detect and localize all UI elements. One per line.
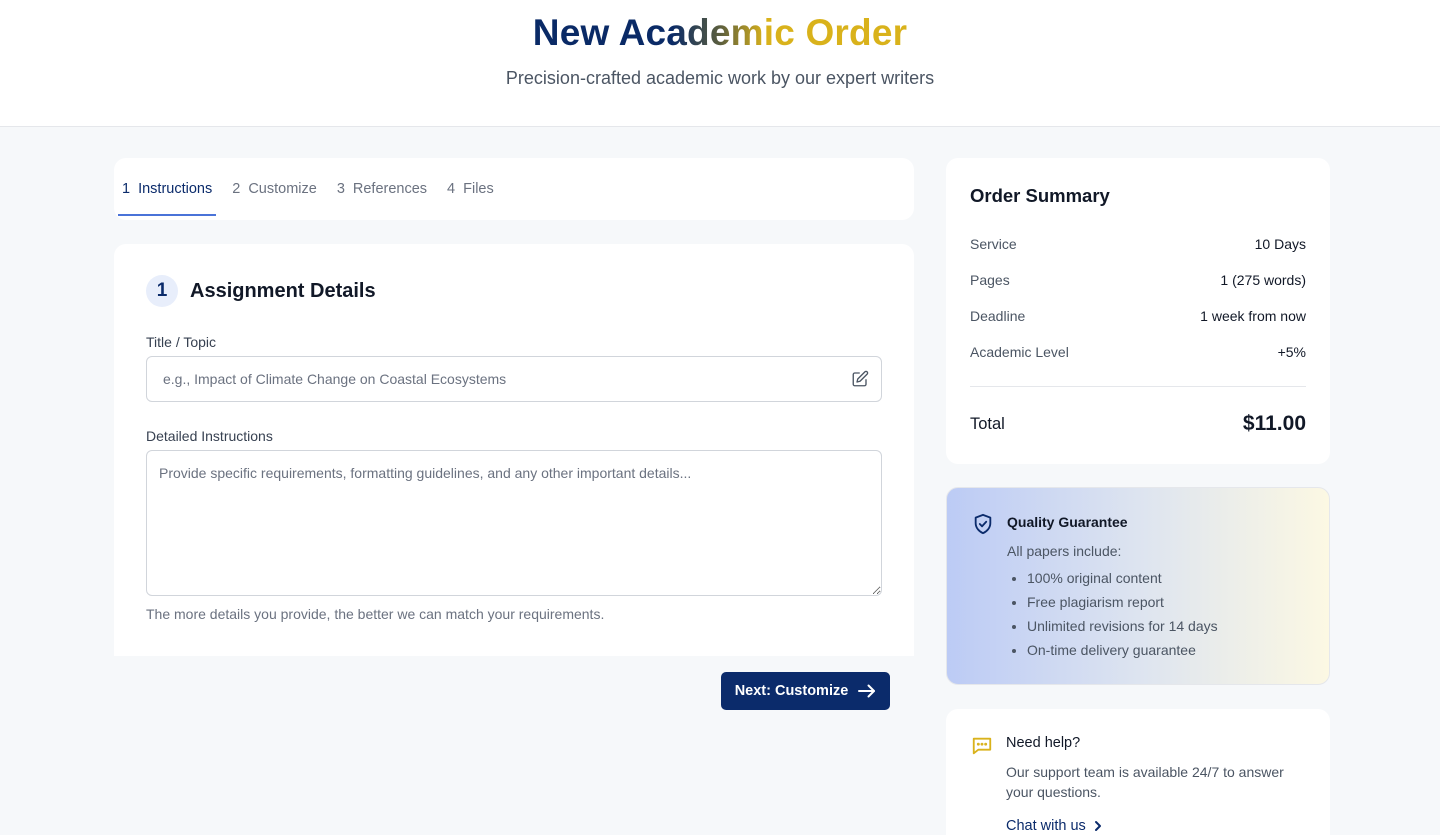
summary-key: Academic Level [970,344,1069,360]
shield-check-icon [974,513,992,535]
total-value: $11.00 [1242,412,1306,435]
section-title: Assignment Details [190,279,376,302]
tab-label: Customize [248,181,317,197]
page-header: New Academic Order Precision-crafted aca… [0,0,1440,127]
page-title: New Academic Order [532,12,908,53]
list-item: 100% original content [1027,570,1218,594]
tab-label: Instructions [138,181,213,197]
chat-bubble-icon [972,737,992,755]
list-item: Unlimited revisions for 14 days [1027,618,1218,642]
tab-number: 1 [122,181,131,197]
summary-row-service: Service 10 Days [970,236,1306,252]
summary-key: Pages [970,272,1010,288]
summary-value: 1 week from now [1200,308,1306,324]
assignment-details-card: 1 Assignment Details Title / Topic Detai… [114,244,914,656]
summary-row-academic-level: Academic Level +5% [970,344,1306,360]
tab-references[interactable]: 3 References [333,158,431,220]
chat-link-label: Chat with us [1006,818,1086,834]
next-customize-button[interactable]: Next: Customize [721,672,890,710]
step-number-badge: 1 [146,275,178,307]
instructions-help-text: The more details you provide, the better… [146,606,605,622]
next-button-label: Next: Customize [734,683,849,699]
guarantee-title: Quality Guarantee [1007,514,1128,530]
tab-number: 2 [232,181,241,197]
tab-files[interactable]: 4 Files [443,158,498,220]
page-subtitle: Precision-crafted academic work by our e… [505,68,935,88]
summary-value: 1 (275 words) [1220,272,1306,288]
list-item: On-time delivery guarantee [1027,642,1218,666]
guarantee-subtitle: All papers include: [1007,543,1122,559]
instructions-textarea[interactable] [146,450,882,596]
title-input[interactable] [163,357,843,401]
summary-row-deadline: Deadline 1 week from now [970,308,1306,324]
tab-customize[interactable]: 2 Customize [228,158,321,220]
summary-value: +5% [1277,344,1306,360]
arrow-right-icon [858,684,876,698]
summary-row-pages: Pages 1 (275 words) [970,272,1306,288]
summary-value: 10 Days [1254,236,1306,252]
step-tabs: 1 Instructions 2 Customize 3 References … [114,158,914,220]
order-summary-title: Order Summary [970,185,1110,206]
section-header: 1 Assignment Details [146,275,376,307]
order-summary-card: Order Summary Service 10 Days Pages 1 (2… [946,158,1330,464]
chat-with-us-link[interactable]: Chat with us [1006,818,1102,834]
help-title: Need help? [1006,735,1081,751]
help-text: Our support team is available 24/7 to an… [1006,764,1284,800]
instructions-label: Detailed Instructions [146,428,273,444]
tab-number: 4 [447,181,456,197]
summary-divider [970,386,1306,387]
list-item: Free plagiarism report [1027,594,1218,618]
title-label: Title / Topic [146,334,217,350]
guarantee-list: 100% original content Free plagiarism re… [1027,570,1218,666]
summary-key: Deadline [970,308,1026,324]
tab-number: 3 [336,181,345,197]
total-label: Total [970,414,1005,433]
tab-label: References [352,181,428,197]
summary-key: Service [970,236,1017,252]
summary-total-row: Total $11.00 [970,412,1306,436]
quality-guarantee-card: Quality Guarantee All papers include: 10… [946,487,1330,685]
tab-label: Files [463,181,494,197]
need-help-card: Need help? Our support team is available… [946,709,1330,835]
edit-icon [852,370,869,387]
title-input-wrapper [146,356,882,402]
tab-instructions[interactable]: 1 Instructions [118,158,217,220]
chevron-right-icon [1094,821,1101,831]
